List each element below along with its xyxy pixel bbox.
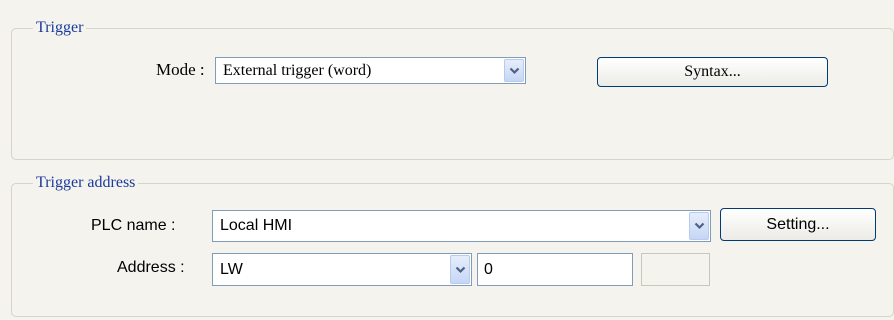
address-type-dropdown[interactable]: LW [212, 253, 472, 286]
address-input[interactable]: 0 [477, 253, 633, 286]
address-input-value: 0 [484, 260, 493, 278]
address-label: Address : [117, 259, 185, 276]
trigger-address-groupbox [11, 183, 894, 317]
plc-name-dropdown[interactable]: Local HMI [212, 210, 711, 242]
address-extra-field [641, 253, 710, 286]
plc-name-label: PLC name : [91, 217, 176, 234]
trigger-address-group-title: Trigger address [33, 174, 139, 192]
mode-dropdown-value: External trigger (word) [223, 61, 372, 79]
setting-button[interactable]: Setting... [720, 208, 876, 241]
chevron-down-icon[interactable] [689, 212, 709, 240]
syntax-button[interactable]: Syntax... [597, 57, 828, 87]
trigger-groupbox [11, 28, 894, 160]
chevron-down-icon[interactable] [504, 59, 524, 82]
mode-label: Mode : [156, 60, 205, 79]
trigger-group-title: Trigger [33, 19, 87, 37]
plc-name-dropdown-value: Local HMI [220, 217, 293, 234]
chevron-down-icon[interactable] [450, 255, 470, 284]
address-type-dropdown-value: LW [220, 260, 243, 278]
mode-dropdown[interactable]: External trigger (word) [215, 57, 526, 84]
